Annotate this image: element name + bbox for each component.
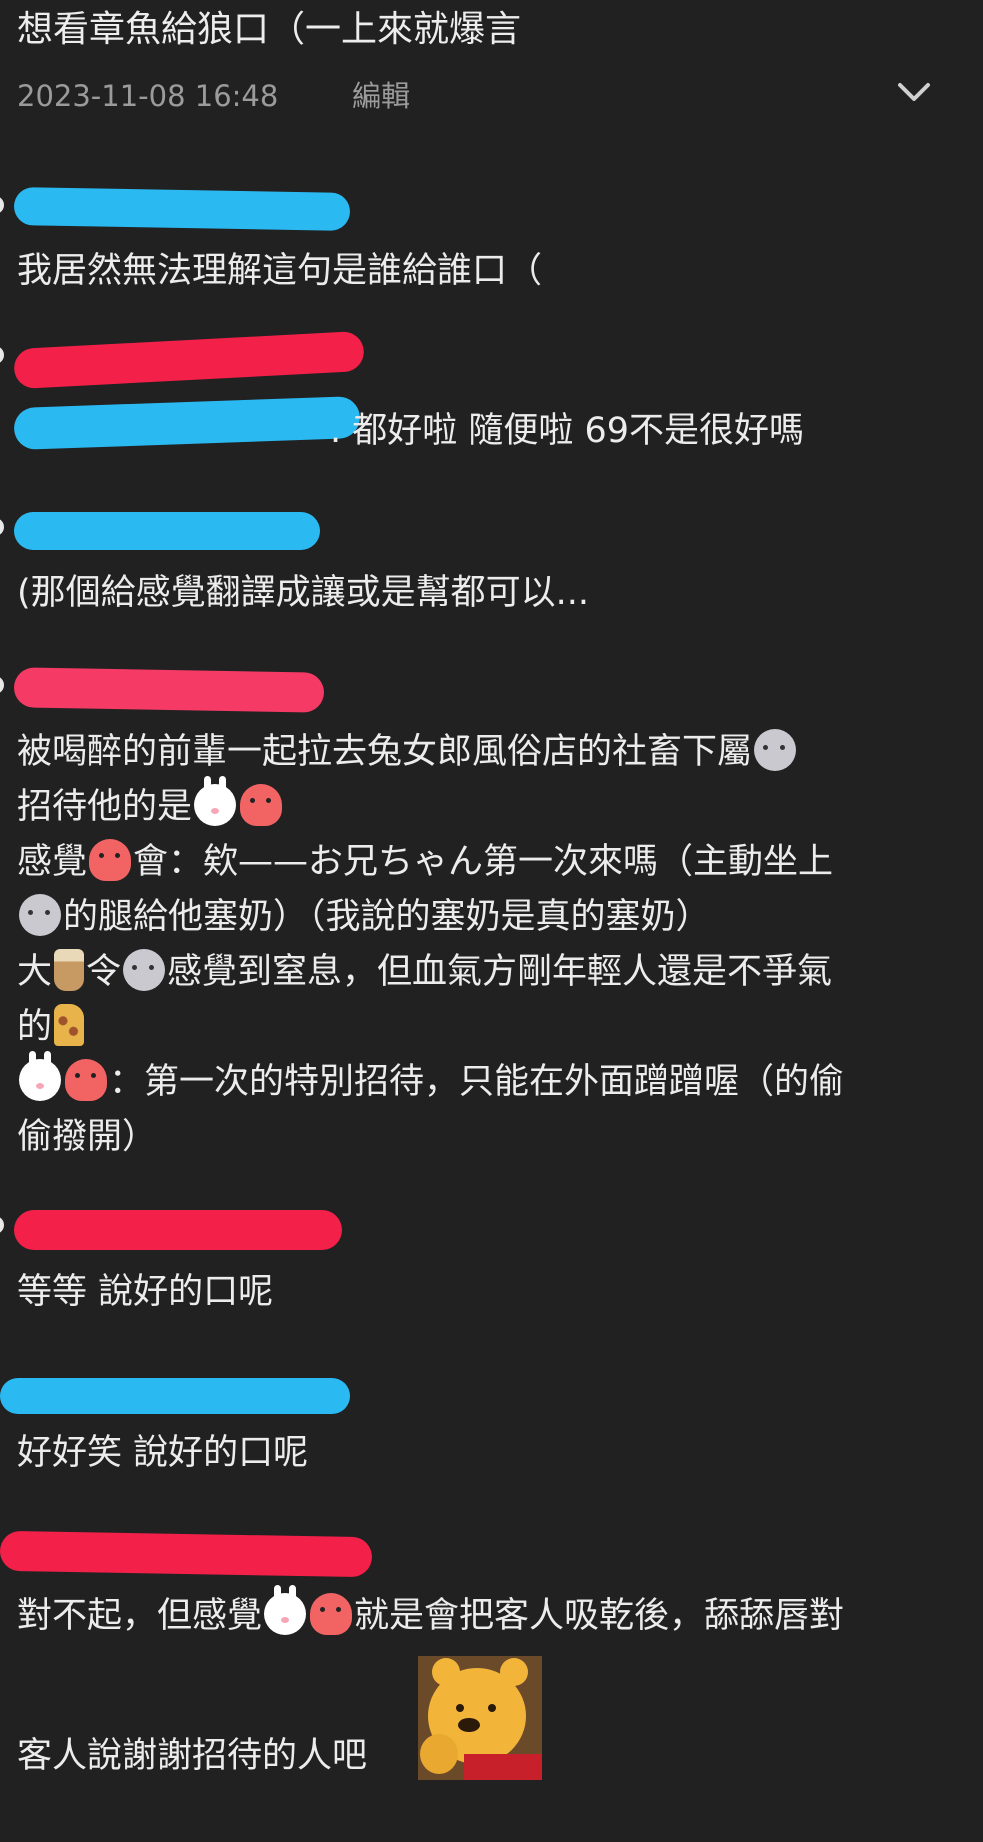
avatar[interactable] [0, 676, 4, 694]
comment-line: 招待他的是 [17, 776, 284, 835]
comment-header [0, 1378, 360, 1418]
text: 感覺到窒息，但血氣方剛年輕人還是不爭氣 [167, 952, 833, 992]
wolf-icon [123, 949, 166, 991]
sticker-nose [458, 1718, 480, 1732]
redacted-username [14, 512, 320, 550]
text: 就是會把客人吸乾後，舔舔唇對 [354, 1596, 845, 1636]
avatar[interactable] [0, 196, 4, 214]
comment-header [0, 330, 370, 390]
wolf-icon [754, 729, 797, 771]
comment-text: 等等 說好的口呢 [17, 1272, 274, 1312]
comment-text: 我居然無法理解這句是誰給誰口（ [17, 251, 543, 291]
redacted-username [0, 1530, 373, 1578]
reply-text: . 都好啦 隨便啦 69不是很好嗎 [330, 411, 805, 451]
text: 令 [86, 952, 122, 992]
giraffe-icon [54, 1004, 85, 1046]
text: 偷撥開） [17, 1117, 158, 1157]
sticker-eye [488, 1704, 496, 1712]
text: 的 [17, 1007, 53, 1047]
comment-header [0, 512, 340, 552]
edit-link[interactable]: 編輯 [352, 76, 410, 116]
comment-line: 的 [17, 1000, 86, 1055]
rabbit-icon [19, 1051, 61, 1101]
rabbit-icon [194, 776, 237, 826]
comment-line: 客人說謝謝招待的人吧 [17, 1736, 368, 1776]
comment-text: 好好笑 說好的口呢 [17, 1433, 309, 1473]
text: 被喝醉的前輩一起拉去兔女郎風俗店的社畜下屬 [17, 732, 753, 772]
post-title: 想看章魚給狼口（一上來就爆言 [17, 9, 522, 50]
redacted-username [13, 667, 325, 713]
text: 招待他的是 [17, 787, 193, 827]
wolf-icon [19, 894, 61, 936]
chevron-down-icon[interactable] [894, 76, 934, 110]
text: 大 [17, 952, 53, 992]
comment-line: 被喝醉的前輩一起拉去兔女郎風俗店的社畜下屬 [17, 725, 798, 780]
comment-header [0, 667, 340, 713]
avatar[interactable] [0, 518, 4, 536]
comment-header [0, 1210, 360, 1250]
comment-header [0, 1530, 380, 1578]
winnie-the-pooh-sticker [418, 1656, 542, 1780]
sticker-hand [420, 1734, 458, 1774]
redacted-username [13, 187, 351, 231]
comment-line: 大令 感覺到窒息，但血氣方剛年輕人還是不爭氣 [17, 945, 832, 1000]
text: ：第一次的特別招待，只能在外面蹭蹭喔（的偷 [109, 1062, 845, 1102]
comment-line: ：第一次的特別招待，只能在外面蹭蹭喔（的偷 [17, 1051, 845, 1110]
redacted-mention[interactable] [13, 395, 361, 451]
text: 會：欸——お兄ちゃん第一次來嗎（主動坐上 [133, 842, 834, 882]
octopus-icon [65, 1059, 107, 1101]
comment-header [0, 187, 360, 231]
octopus-icon [310, 1593, 353, 1635]
comment-text: . 都好啦 隨便啦 69不是很好嗎 [330, 404, 804, 459]
comment-line: 偷撥開） [17, 1110, 157, 1165]
post-datetime: 2023-11-08 16:48 [17, 79, 279, 113]
comment-line: 對不起，但感覺 就是會把客人吸乾後，舔舔唇對 [17, 1585, 845, 1644]
avatar[interactable] [0, 1216, 4, 1234]
sticker-shirt [464, 1754, 542, 1780]
text: 感覺 [17, 842, 88, 882]
redacted-username [13, 330, 365, 390]
redacted-username [0, 1378, 350, 1414]
octopus-icon [89, 839, 132, 881]
text: 對不起，但感覺 [17, 1596, 263, 1636]
redacted-username [14, 1210, 342, 1250]
rabbit-icon [264, 1585, 307, 1635]
comment-line: 的腿給他塞奶）（我說的塞奶是真的塞奶） [17, 890, 711, 945]
sticker-eye [456, 1704, 464, 1712]
comment-line: 感覺 會：欸——お兄ちゃん第一次來嗎（主動坐上 [17, 835, 833, 890]
octopus-icon [240, 784, 283, 826]
bubble-tea-icon [54, 949, 85, 991]
comment-text: (那個給感覺翻譯成讓或是幫都可以... [17, 573, 590, 613]
avatar[interactable] [0, 346, 4, 364]
text: 的腿給他塞奶）（我說的塞奶是真的塞奶） [63, 897, 711, 937]
